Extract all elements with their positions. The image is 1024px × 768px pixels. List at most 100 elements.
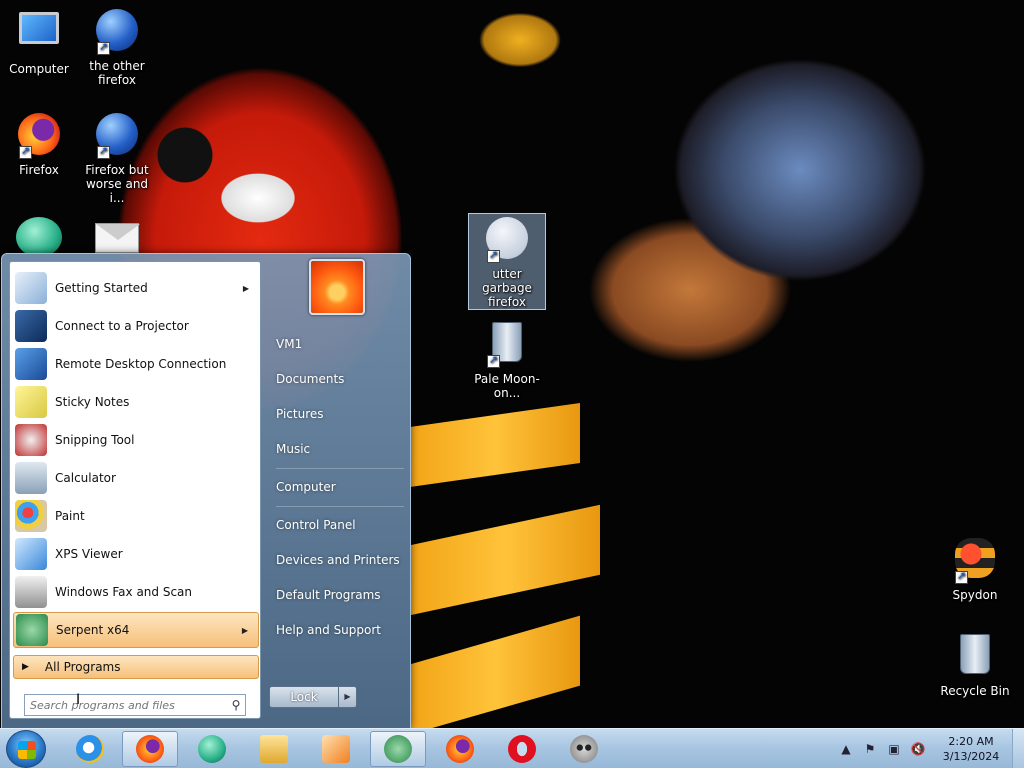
shortcut-arrow-icon — [487, 248, 500, 263]
program-label: Remote Desktop Connection — [55, 357, 227, 371]
divider — [276, 468, 404, 469]
link-devices-printers[interactable]: Devices and Printers — [276, 548, 406, 572]
network-icon[interactable]: ▣ — [886, 741, 902, 757]
desktop-icon-recycle-bin[interactable]: Recycle Bin — [936, 630, 1014, 698]
program-label: Serpent x64 — [56, 623, 130, 637]
submenu-arrow-icon: ▶ — [241, 625, 248, 635]
program-calculator[interactable]: Calculator — [13, 460, 259, 496]
desktop-icon-label: utter garbage firefox — [482, 267, 532, 309]
recycle-bin-icon — [960, 634, 990, 674]
taskbar-media-player[interactable] — [308, 731, 364, 767]
teal-browser-icon — [198, 735, 226, 763]
link-help-support[interactable]: Help and Support — [276, 618, 406, 642]
system-tray: ▲ ⚑ ▣ 🔇 2:20 AM 3/13/2024 — [834, 729, 1024, 768]
wallpaper-stripe — [410, 403, 580, 487]
clock-time: 2:20 AM — [948, 735, 994, 748]
desktop-icon-mail[interactable] — [78, 213, 156, 253]
clock-date: 3/13/2024 — [942, 750, 1000, 763]
xps-viewer-icon — [15, 538, 47, 570]
program-label: Calculator — [55, 471, 116, 485]
clock[interactable]: 2:20 AM 3/13/2024 — [936, 734, 1006, 764]
taskbar-internet-explorer[interactable] — [62, 731, 118, 767]
desktop-icon-computer[interactable]: Computer — [0, 6, 78, 76]
getting-started-icon — [15, 272, 47, 304]
taskbar-firefox-2[interactable] — [432, 731, 488, 767]
taskbar-opera[interactable] — [494, 731, 550, 767]
desktop-icon-label: Spydon — [952, 588, 998, 602]
show-desktop-button[interactable] — [1012, 729, 1024, 768]
desktop-icon-pale-moon[interactable]: Pale Moon-on... — [468, 318, 546, 400]
action-center-flag-icon[interactable]: ⚑ — [862, 741, 878, 757]
program-fax-scan[interactable]: Windows Fax and Scan — [13, 574, 259, 610]
program-remote-desktop[interactable]: Remote Desktop Connection — [13, 346, 259, 382]
desktop-icon-firefox-but-worse[interactable]: Firefox but worse and i... — [78, 110, 156, 205]
start-button[interactable] — [6, 730, 46, 768]
programs-pane: Getting Started ▶ Connect to a Projector… — [9, 261, 261, 719]
taskbar-teal-browser[interactable] — [184, 731, 240, 767]
shortcut-arrow-icon — [97, 40, 110, 55]
link-default-programs[interactable]: Default Programs — [276, 583, 406, 607]
program-getting-started[interactable]: Getting Started ▶ — [13, 270, 259, 306]
all-programs-label: All Programs — [44, 660, 121, 674]
start-menu-right-pane: VM1 Documents Pictures Music Computer Co… — [264, 254, 410, 730]
taskbar-serpent[interactable] — [370, 731, 426, 767]
program-connect-projector[interactable]: Connect to a Projector — [13, 308, 259, 344]
serpent-icon — [384, 735, 412, 763]
shutdown-options-arrow-icon[interactable]: ▶ — [339, 686, 357, 708]
program-sticky-notes[interactable]: Sticky Notes — [13, 384, 259, 420]
opera-icon — [508, 735, 536, 763]
program-label: Connect to a Projector — [55, 319, 189, 333]
show-hidden-icons-icon[interactable]: ▲ — [838, 741, 854, 757]
link-user-folder[interactable]: VM1 — [276, 332, 406, 356]
link-music[interactable]: Music — [276, 437, 406, 461]
desktop-icon-the-other-firefox[interactable]: the other firefox — [78, 6, 156, 87]
desktop-icon-firefox[interactable]: Firefox — [0, 110, 78, 177]
program-serpent-x64[interactable]: Serpent x64 ▶ — [13, 612, 259, 648]
link-control-panel[interactable]: Control Panel — [276, 513, 406, 537]
projector-icon — [15, 310, 47, 342]
search-input[interactable] — [25, 696, 227, 714]
desktop-icon-label: Firefox but worse and i... — [85, 163, 149, 205]
computer-icon — [19, 12, 59, 44]
firefox-icon — [136, 735, 164, 763]
desktop-icon-spydon[interactable]: Spydon — [936, 534, 1014, 602]
volume-muted-icon[interactable]: 🔇 — [910, 741, 926, 757]
triangle-right-icon: ▶ — [22, 662, 29, 672]
firefox-icon — [446, 735, 474, 763]
desktop-icon-utter-garbage-firefox[interactable]: utter garbage firefox — [468, 213, 546, 310]
desktop-icon-teal[interactable] — [0, 213, 78, 253]
program-label: Sticky Notes — [55, 395, 130, 409]
search-icon[interactable]: ⚲ — [227, 698, 245, 712]
search-box[interactable]: ⚲ — [24, 694, 246, 716]
submenu-arrow-icon: ▶ — [242, 283, 249, 293]
program-xps-viewer[interactable]: XPS Viewer — [13, 536, 259, 572]
teal-browser-icon — [16, 217, 62, 253]
paint-icon — [15, 500, 47, 532]
remote-desktop-icon — [15, 348, 47, 380]
taskbar-firefox[interactable] — [122, 731, 178, 767]
snipping-tool-icon — [15, 424, 47, 456]
taskbar-raccoon[interactable] — [556, 731, 612, 767]
taskbar: ▲ ⚑ ▣ 🔇 2:20 AM 3/13/2024 — [0, 728, 1024, 768]
media-player-icon — [322, 735, 350, 763]
desktop-icon-label: the other firefox — [89, 59, 145, 87]
all-programs-button[interactable]: ▶ All Programs — [13, 655, 259, 679]
shortcut-arrow-icon — [19, 144, 32, 159]
desktop-icon-label: Firefox — [19, 163, 59, 177]
link-computer[interactable]: Computer — [276, 475, 406, 499]
wallpaper-stripe — [410, 504, 600, 616]
program-label: Paint — [55, 509, 85, 523]
program-paint[interactable]: Paint — [13, 498, 259, 534]
user-avatar[interactable] — [309, 259, 365, 315]
lock-button[interactable]: Lock — [269, 686, 339, 708]
taskbar-file-explorer[interactable] — [246, 731, 302, 767]
sticky-notes-icon — [15, 386, 47, 418]
link-pictures[interactable]: Pictures — [276, 402, 406, 426]
program-label: Getting Started — [55, 281, 148, 295]
shortcut-arrow-icon — [97, 144, 110, 159]
program-snipping-tool[interactable]: Snipping Tool — [13, 422, 259, 458]
desktop-icon-label: Computer — [9, 62, 69, 76]
link-documents[interactable]: Documents — [276, 367, 406, 391]
text-cursor-icon: Ι — [76, 692, 81, 708]
serpent-icon — [16, 614, 48, 646]
